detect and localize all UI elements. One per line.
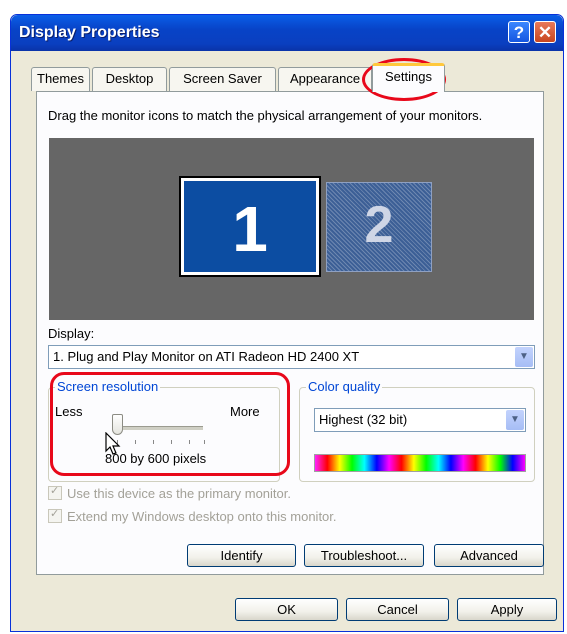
tab-settings[interactable]: Settings — [372, 63, 445, 92]
display-properties-window: Display Properties ? ✕ Themes Desktop Sc… — [10, 14, 564, 632]
slider-tick — [135, 440, 136, 444]
color-quality-value: Highest (32 bit) — [319, 412, 408, 427]
instruction-text: Drag the monitor icons to match the phys… — [48, 108, 483, 123]
apply-button[interactable]: Apply — [457, 598, 557, 621]
slider-tick — [153, 440, 154, 444]
title-bar[interactable]: Display Properties ? ✕ — [11, 15, 563, 51]
chevron-down-icon[interactable]: ▼ — [515, 347, 533, 367]
window-title: Display Properties — [19, 24, 160, 41]
primary-monitor-label: Use this device as the primary monitor. — [67, 486, 291, 501]
primary-monitor-checkbox[interactable]: Use this device as the primary monitor. — [48, 484, 291, 502]
slider-tick — [189, 440, 190, 444]
help-button[interactable]: ? — [508, 21, 530, 43]
troubleshoot-button[interactable]: Troubleshoot... — [304, 544, 424, 567]
tab-screen-saver[interactable]: Screen Saver — [169, 67, 276, 91]
extend-desktop-checkbox[interactable]: Extend my Windows desktop onto this moni… — [48, 507, 337, 525]
monitor-2-icon[interactable]: 2 — [326, 182, 432, 272]
identify-button[interactable]: Identify — [187, 544, 296, 567]
less-label: Less — [55, 404, 83, 419]
tab-desktop[interactable]: Desktop — [92, 67, 167, 91]
color-palette-preview — [314, 454, 526, 472]
screen-resolution-title: Screen resolution — [55, 379, 161, 394]
resolution-slider-track[interactable] — [119, 426, 203, 430]
slider-tick — [171, 440, 172, 444]
checkbox-box[interactable] — [48, 484, 62, 500]
color-quality-select[interactable]: Highest (32 bit) ▼ — [314, 408, 526, 432]
advanced-button[interactable]: Advanced — [434, 544, 544, 567]
extend-desktop-label: Extend my Windows desktop onto this moni… — [67, 509, 337, 524]
close-button[interactable]: ✕ — [534, 21, 556, 43]
display-select[interactable]: 1. Plug and Play Monitor on ATI Radeon H… — [48, 345, 535, 369]
color-quality-title: Color quality — [306, 379, 383, 394]
screen-resolution-group: Screen resolution Less More 800 by 600 p… — [48, 379, 280, 482]
mouse-cursor-icon — [105, 432, 121, 455]
cancel-button[interactable]: Cancel — [346, 598, 449, 621]
tab-appearance[interactable]: Appearance — [278, 67, 372, 91]
color-quality-group: Color quality Highest (32 bit) ▼ — [299, 379, 535, 482]
slider-tick — [204, 440, 205, 444]
monitor-arrangement-area: 1 2 — [49, 138, 534, 320]
display-select-value: 1. Plug and Play Monitor on ATI Radeon H… — [53, 349, 360, 364]
ok-button[interactable]: OK — [235, 598, 338, 621]
monitor-1-icon[interactable]: 1 — [179, 176, 321, 277]
checkbox-box[interactable] — [48, 507, 62, 523]
chevron-down-icon[interactable]: ▼ — [506, 410, 524, 430]
more-label: More — [230, 404, 260, 419]
display-label: Display: — [48, 326, 95, 341]
tab-themes[interactable]: Themes — [31, 67, 90, 91]
settings-panel: Drag the monitor icons to match the phys… — [36, 91, 544, 575]
